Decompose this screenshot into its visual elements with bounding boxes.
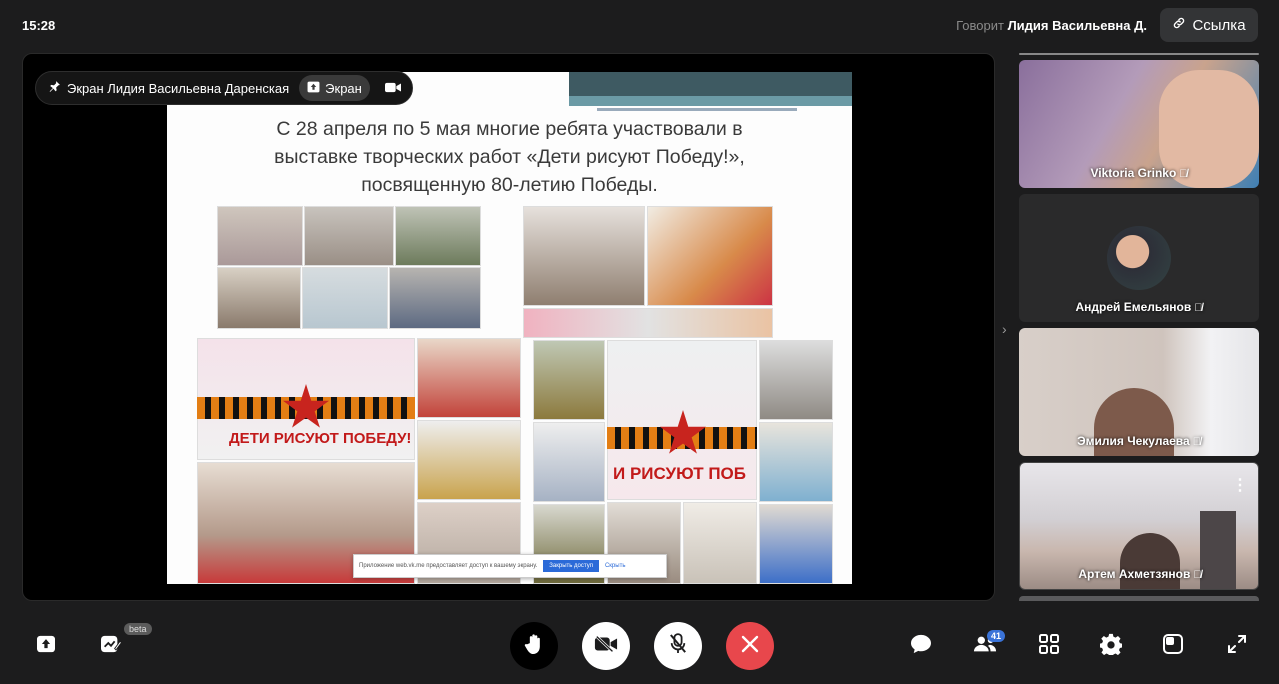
end-call-button[interactable]: [726, 622, 774, 670]
participant-tile[interactable]: [1019, 596, 1259, 601]
participant-tile[interactable]: ⋮ Артем Ахметзянов 🎙̸: [1019, 462, 1259, 590]
slide-heading-line: С 28 апреля по 5 мая многие ребята участ…: [276, 118, 743, 140]
participant-name-text: Артем Ахметзянов: [1078, 567, 1191, 581]
screen-share-icon: [307, 81, 320, 96]
chat-button[interactable]: [908, 634, 934, 658]
collage-photo: [533, 422, 605, 502]
collage-photo: [302, 267, 388, 329]
collage-photo: [417, 420, 521, 500]
participant-name-text: Андрей Емельянов: [1075, 300, 1192, 314]
share-screen-icon: [36, 635, 56, 658]
camera-view-toggle[interactable]: [380, 75, 406, 101]
microphone-toggle-button[interactable]: [654, 622, 702, 670]
speaking-name: Лидия Васильевна Д.: [1007, 18, 1147, 33]
participant-tile[interactable]: Эмилия Чекулаева 🎙̸: [1019, 328, 1259, 456]
copy-link-label: Ссылка: [1192, 16, 1246, 34]
pinned-screen-label: Экран Лидия Васильевна Даренская: [67, 80, 290, 96]
mic-off-icon: 🎙̸: [1179, 168, 1188, 180]
pin-icon: [48, 80, 61, 96]
hide-toast-link: Скрыть: [604, 563, 626, 569]
participant-name-text: Эмилия Чекулаева: [1077, 434, 1190, 448]
slide-decor-bar: [569, 72, 852, 96]
pinned-label: Экран Лидия Васильевна Даренская: [48, 80, 289, 96]
screen-share-toast: Приложение web.vk.me предоставляет досту…: [353, 554, 667, 578]
participant-name: Артем Ахметзянов 🎙̸: [1020, 567, 1258, 581]
pip-icon: [1163, 633, 1183, 659]
slide-heading: С 28 апреля по 5 мая многие ребята участ…: [167, 115, 852, 199]
participant-tile[interactable]: Андрей Емельянов 🎙̸: [1019, 194, 1259, 322]
chat-icon: [910, 634, 932, 659]
banner-text: ДЕТИ РИСУЮТ ПОБЕДУ!: [229, 430, 412, 447]
camera-toggle-button[interactable]: [582, 622, 630, 670]
whiteboard-icon: [100, 634, 123, 659]
toast-text: Приложение web.vk.me предоставляет досту…: [359, 563, 538, 569]
speaking-label: Говорит: [956, 18, 1004, 33]
collage-photo: [533, 340, 605, 420]
clock: 15:28: [22, 18, 56, 33]
mic-off-icon: 🎙̸: [1194, 302, 1203, 314]
pinned-screen-pill[interactable]: Экран Лидия Васильевна Даренская Экран: [35, 71, 413, 105]
mic-off-icon: 🎙̸: [1192, 436, 1201, 448]
collage-photo: [395, 206, 481, 266]
screen-view-toggle[interactable]: Экран: [299, 75, 370, 101]
collage-photo: [523, 308, 773, 338]
participant-name-text: Viktoria Grinko: [1090, 166, 1177, 180]
collage-photo: [389, 267, 481, 329]
stop-sharing-button: Закрыть доступ: [543, 560, 599, 572]
banner-text: И РИСУЮТ ПОБ: [613, 464, 747, 483]
collage-photo: [217, 206, 303, 266]
collage-photo: [647, 206, 773, 306]
camera-off-icon: [594, 635, 618, 658]
collage-photo: [683, 502, 757, 584]
collage-photo: [759, 340, 833, 420]
gear-icon: [1099, 633, 1123, 660]
slide-decor-bar: [569, 96, 852, 106]
avatar: [1107, 226, 1171, 290]
camera-icon: [384, 81, 401, 96]
whiteboard-button[interactable]: [98, 634, 124, 658]
collage-photo: [217, 267, 301, 329]
picture-in-picture-button[interactable]: [1160, 633, 1186, 659]
share-screen-button[interactable]: [34, 634, 58, 658]
shared-slide: С 28 апреля по 5 мая многие ребята участ…: [167, 72, 852, 584]
beta-badge: beta: [124, 623, 152, 635]
mic-off-icon: [669, 632, 687, 660]
collage-photo: [759, 504, 833, 584]
close-icon: [741, 635, 759, 658]
participants-strip[interactable]: Viktoria Grinko 🎙̸ Андрей Емельянов 🎙̸ Эми…: [1019, 53, 1259, 601]
participants-count-badge: 41: [987, 630, 1006, 642]
collage-photo: [523, 206, 645, 306]
collage-photo: [304, 206, 394, 266]
screen-view-label: Экран: [325, 80, 362, 96]
participant-tile[interactable]: Viktoria Grinko 🎙̸: [1019, 60, 1259, 188]
expand-icon: [1228, 634, 1246, 658]
collage-photo: [417, 338, 521, 418]
collage-photo: [759, 422, 833, 502]
screen-share-view[interactable]: С 28 апреля по 5 мая многие ребята участ…: [22, 53, 995, 601]
participant-tile[interactable]: [1019, 53, 1259, 55]
grid-icon: [1039, 633, 1059, 659]
hand-icon: [524, 633, 544, 660]
slide-heading-line: посвященную 80-летию Победы.: [361, 174, 658, 196]
fullscreen-button[interactable]: [1224, 634, 1250, 658]
slide-heading-line: выставке творческих работ «Дети рисуют П…: [274, 146, 745, 168]
copy-link-button[interactable]: Ссылка: [1160, 8, 1258, 42]
layout-grid-button[interactable]: [1036, 633, 1062, 659]
participant-name: Эмилия Чекулаева 🎙̸: [1019, 434, 1259, 448]
slide-decor-bar: [597, 108, 797, 111]
participant-name: Viktoria Grinko 🎙̸: [1019, 166, 1259, 180]
speaking-indicator: Говорит Лидия Васильевна Д.: [956, 18, 1147, 33]
bottom-toolbar: beta 41: [0, 610, 1279, 684]
top-bar: 15:28 Говорит Лидия Васильевна Д. Ссылка: [0, 0, 1279, 50]
participant-name: Андрей Емельянов 🎙̸: [1019, 300, 1259, 314]
settings-button[interactable]: [1098, 633, 1124, 660]
raise-hand-button[interactable]: [510, 622, 558, 670]
participant-video: [1120, 533, 1180, 589]
more-options-icon[interactable]: ⋮: [1232, 475, 1248, 495]
mic-off-icon: 🎙̸: [1193, 569, 1202, 581]
chevron-right-icon[interactable]: ›: [1002, 321, 1007, 337]
link-icon: [1172, 16, 1186, 34]
